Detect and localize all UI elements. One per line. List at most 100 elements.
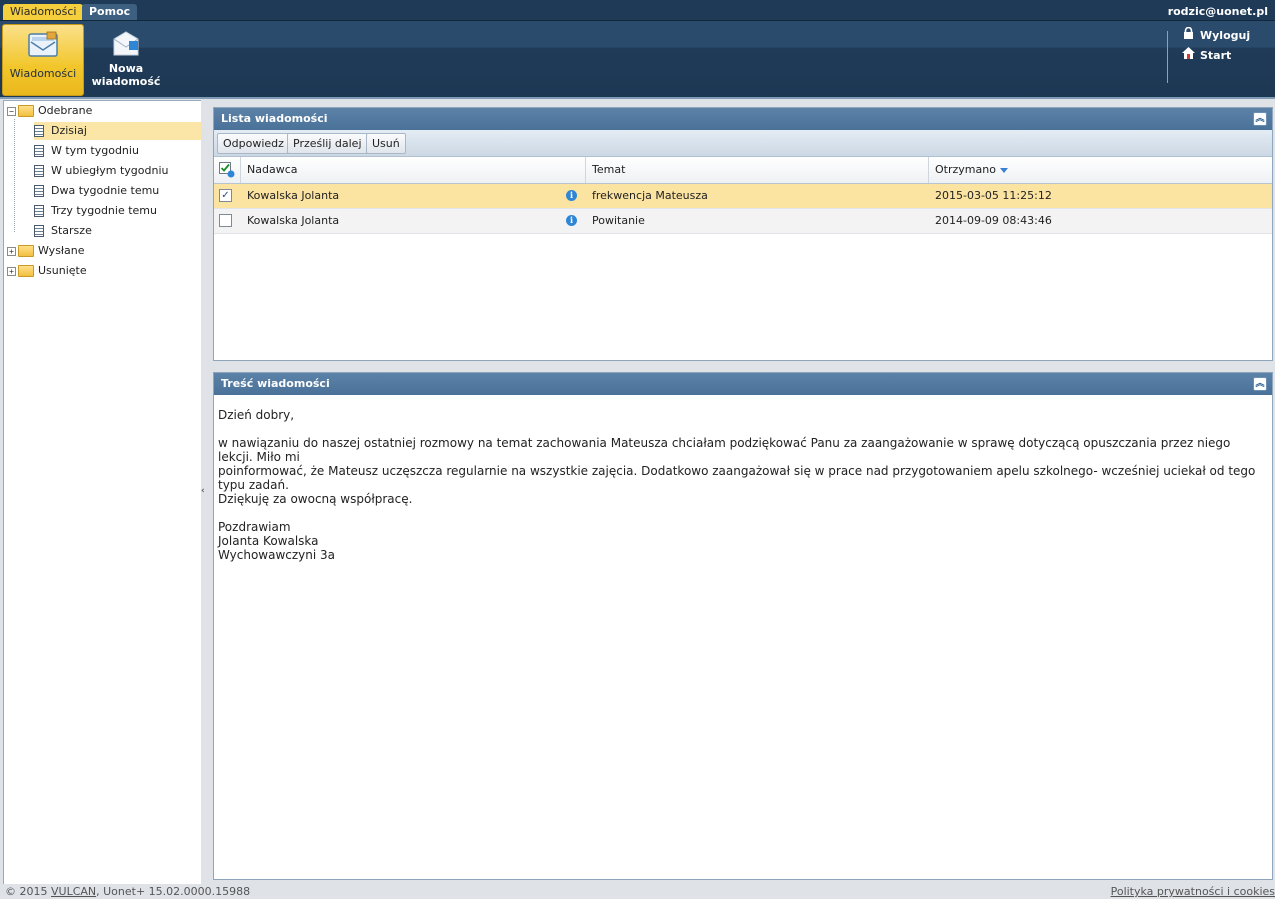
version-text: , Uonet+ 15.02.0000.15988: [96, 885, 251, 898]
new-message-icon: [113, 31, 139, 56]
logout-link[interactable]: Wyloguj: [1181, 26, 1251, 42]
document-icon: [34, 185, 44, 197]
reply-button[interactable]: Odpowiedz: [217, 133, 290, 154]
footer: © 2015 VULCAN, Uonet+ 15.02.0000.15988 P…: [0, 884, 1275, 899]
tree-label-w-ubieglym-tygodniu: W ubiegłym tygodniu: [51, 164, 169, 177]
message-body: Dzień dobry, w nawiązaniu do naszej osta…: [214, 395, 1272, 562]
sidebar-collapse-handle[interactable]: ‹: [201, 100, 207, 885]
messages-button[interactable]: Wiadomości: [2, 24, 84, 96]
row-sender: Kowalska Jolanta: [247, 214, 340, 227]
tree-label-wyslane: Wysłane: [38, 244, 85, 257]
column-header-received-label: Otrzymano: [935, 163, 996, 176]
message-content-header: Treść wiadomości ︽: [214, 373, 1272, 395]
column-header-sender[interactable]: Nadawca: [241, 157, 586, 183]
new-message-button-label: Nowa wiadomość: [91, 62, 161, 88]
document-icon: [34, 125, 44, 137]
select-all-header[interactable]: [214, 157, 241, 183]
tree-node-wyslane[interactable]: + Wysłane: [7, 242, 85, 260]
lock-icon: [1181, 26, 1195, 42]
signature-line: Wychowawczyni 3a: [218, 548, 336, 562]
info-icon[interactable]: i: [566, 190, 577, 201]
collapse-panel-icon[interactable]: ︽: [1253, 112, 1267, 126]
tree-label-dzisiaj: Dzisiaj: [51, 124, 87, 137]
document-icon: [34, 205, 44, 217]
tree-guide-line: [14, 119, 16, 232]
row-sender: Kowalska Jolanta: [247, 189, 340, 202]
tree-label-trzy-tygodnie-temu: Trzy tygodnie temu: [51, 204, 157, 217]
grid-header: Nadawca Temat Otrzymano: [214, 157, 1272, 184]
message-list-header: Lista wiadomości ︽: [214, 108, 1272, 130]
start-label: Start: [1200, 49, 1232, 62]
tree-label-usuniete: Usunięte: [38, 264, 87, 277]
document-icon: [34, 145, 44, 157]
document-icon: [34, 165, 44, 177]
delete-button[interactable]: Usuń: [366, 133, 406, 154]
vulcan-link[interactable]: VULCAN: [51, 885, 96, 898]
start-link[interactable]: Start: [1181, 47, 1231, 62]
message-line: Dziękuję za owocną współpracę.: [218, 492, 413, 506]
tree-node-w-tym-tygodniu[interactable]: W tym tygodniu: [34, 142, 139, 160]
expand-icon[interactable]: +: [7, 266, 16, 276]
message-paragraph: w nawiązaniu do naszej ostatniej rozmowy…: [218, 436, 1268, 506]
message-list-panel: Lista wiadomości ︽ Odpowiedz Prześlij da…: [213, 107, 1273, 361]
envelope-icon: [28, 31, 58, 57]
user-email: rodzic@uonet.pl: [1167, 5, 1268, 18]
message-list-title: Lista wiadomości: [221, 112, 328, 125]
logout-label: Wyloguj: [1200, 29, 1251, 42]
tree-node-odebrane[interactable]: − Odebrane: [7, 102, 92, 120]
copyright-text: © 2015 VULCAN, Uonet+ 15.02.0000.15988: [5, 884, 250, 899]
collapse-panel-icon[interactable]: ︽: [1253, 377, 1267, 391]
ribbon-toolbar: Wiadomości Nowa wiadomość Wyloguj Start: [0, 21, 1275, 99]
top-tab-bar: Wiadomości Pomoc rodzic@uonet.pl: [0, 0, 1275, 21]
document-icon: [34, 225, 44, 237]
ribbon-divider: [1167, 31, 1168, 83]
sort-desc-icon: [999, 167, 1008, 173]
row-received: 2015-03-05 11:25:12: [935, 189, 1052, 202]
expand-icon[interactable]: +: [7, 246, 16, 256]
message-row[interactable]: Kowalska Jolanta i Powitanie 2014-09-09 …: [214, 209, 1272, 234]
home-icon: [1181, 47, 1195, 62]
signature-line: Jolanta Kowalska: [218, 534, 319, 548]
tree-label-starsze: Starsze: [51, 224, 92, 237]
info-icon[interactable]: i: [566, 215, 577, 226]
tree-node-starsze[interactable]: Starsze: [34, 222, 92, 240]
message-greeting: Dzień dobry,: [218, 408, 295, 422]
row-subject: frekwencja Mateusza: [592, 189, 708, 202]
column-header-received[interactable]: Otrzymano: [929, 157, 1270, 183]
tree-node-dwa-tygodnie-temu[interactable]: Dwa tygodnie temu: [34, 182, 159, 200]
row-checkbox[interactable]: ✓: [219, 189, 232, 202]
column-header-subject[interactable]: Temat: [586, 157, 929, 183]
row-subject: Powitanie: [592, 214, 645, 227]
folder-icon: [18, 265, 34, 277]
row-received: 2014-09-09 08:43:46: [935, 214, 1052, 227]
copyright-prefix: © 2015: [5, 885, 51, 898]
message-toolbar: Odpowiedz Prześlij dalej Usuń: [214, 130, 1272, 157]
collapse-icon[interactable]: −: [7, 106, 16, 116]
folder-icon: [18, 245, 34, 257]
select-all-check-icon: [219, 162, 235, 178]
message-line: w nawiązaniu do naszej ostatniej rozmowy…: [218, 436, 1231, 464]
folder-tree: − Odebrane Dzisiaj W tym tygodniu W ubieg…: [3, 100, 202, 885]
tree-node-usuniete[interactable]: + Usunięte: [7, 262, 87, 280]
message-signature: Pozdrawiam Jolanta Kowalska Wychowawczyn…: [218, 520, 1268, 562]
folder-open-icon: [18, 105, 34, 117]
new-message-button[interactable]: Nowa wiadomość: [86, 24, 166, 94]
tree-label-dwa-tygodnie-temu: Dwa tygodnie temu: [51, 184, 160, 197]
tree-node-w-ubieglym-tygodniu[interactable]: W ubiegłym tygodniu: [34, 162, 169, 180]
tree-label-w-tym-tygodniu: W tym tygodniu: [51, 144, 139, 157]
message-content-panel: Treść wiadomości ︽ Dzień dobry, w nawiąz…: [213, 372, 1273, 880]
message-line: poinformować, że Mateusz uczęszcza regul…: [218, 464, 1256, 492]
tab-wiadomosci[interactable]: Wiadomości: [3, 4, 84, 20]
privacy-policy-link[interactable]: Polityka prywatności i cookies: [1111, 884, 1275, 899]
tree-label-odebrane: Odebrane: [38, 104, 93, 117]
message-content-title: Treść wiadomości: [221, 377, 330, 390]
signature-line: Pozdrawiam: [218, 520, 291, 534]
chevron-left-icon: ‹: [201, 486, 205, 496]
row-checkbox[interactable]: [219, 214, 232, 227]
forward-button[interactable]: Prześlij dalej: [287, 133, 368, 154]
messages-button-label: Wiadomości: [9, 67, 77, 80]
tab-pomoc[interactable]: Pomoc: [82, 4, 138, 20]
message-row[interactable]: ✓ Kowalska Jolanta i frekwencja Mateusza…: [214, 184, 1272, 209]
tree-node-trzy-tygodnie-temu[interactable]: Trzy tygodnie temu: [34, 202, 157, 220]
tree-node-dzisiaj[interactable]: Dzisiaj: [34, 122, 201, 140]
